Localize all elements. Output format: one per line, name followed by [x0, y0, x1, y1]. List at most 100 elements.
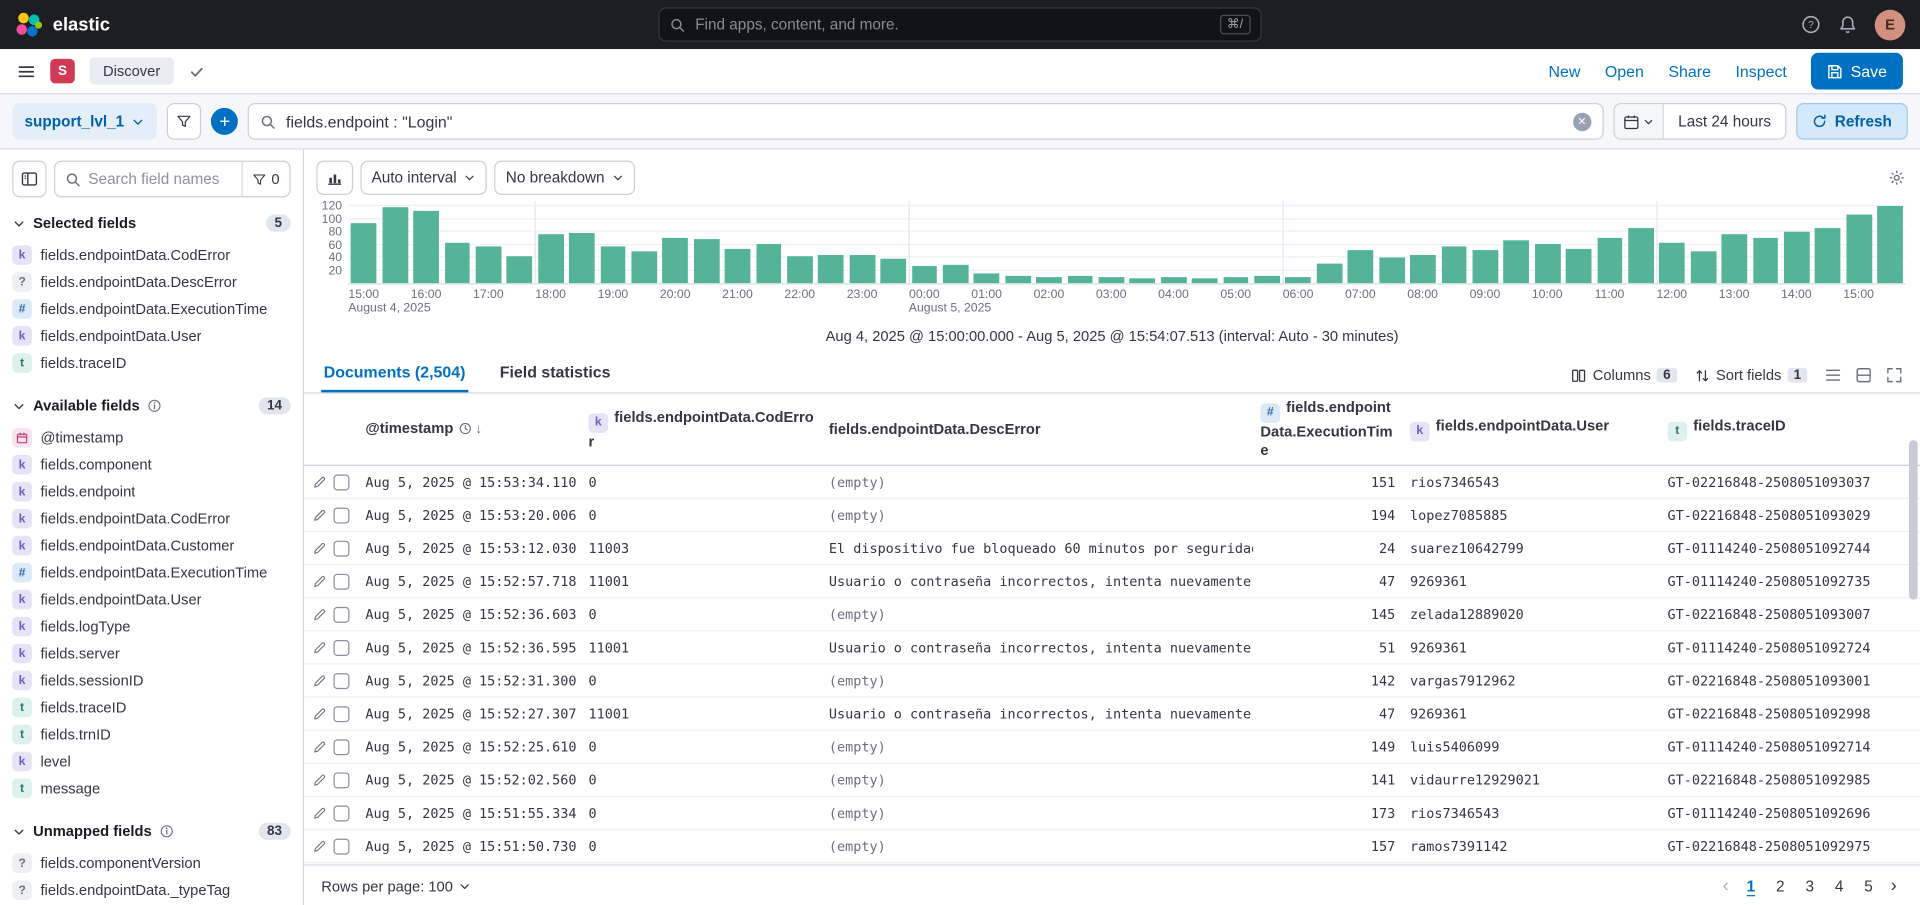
user-cell[interactable]: vidaurre12929021 — [1403, 772, 1660, 788]
field-item[interactable]: kfields.server — [12, 640, 290, 667]
expand-document-icon[interactable] — [313, 674, 326, 687]
histogram-bar[interactable] — [600, 247, 626, 284]
histogram-bar[interactable] — [1659, 242, 1685, 283]
traceid-cell[interactable]: GT-02216848-2508051093007 — [1660, 607, 1920, 623]
tab-documents[interactable]: Documents (2,504) — [321, 363, 468, 392]
histogram-bar[interactable] — [1379, 258, 1405, 283]
descerror-cell[interactable]: (empty) — [821, 507, 1253, 523]
executiontime-cell[interactable]: 142 — [1253, 673, 1403, 689]
executiontime-cell[interactable]: 149 — [1253, 739, 1403, 755]
histogram-bar[interactable] — [1597, 238, 1623, 283]
timestamp-cell[interactable]: Aug 5, 2025 @ 15:53:20.006 — [358, 507, 581, 523]
column-header-descerror[interactable]: fields.endpointData.DescError — [821, 415, 1253, 443]
coderror-cell[interactable]: 11001 — [581, 640, 821, 656]
histogram-bar[interactable] — [1753, 238, 1779, 283]
descerror-cell[interactable]: Usuario o contraseña incorrectos, intent… — [821, 640, 1253, 656]
page-4[interactable]: 4 — [1826, 871, 1853, 900]
columns-button[interactable]: Columns 6 — [1571, 367, 1677, 384]
field-item[interactable]: kfields.endpointData.User — [12, 586, 290, 613]
tab-field-statistics[interactable]: Field statistics — [497, 363, 613, 392]
page-3[interactable]: 3 — [1796, 871, 1823, 900]
descerror-cell[interactable]: Usuario o contraseña incorrectos, intent… — [821, 574, 1253, 590]
executiontime-cell[interactable]: 157 — [1253, 838, 1403, 854]
query-input[interactable]: fields.endpoint : "Login" ✕ — [248, 103, 1603, 140]
density-icon[interactable] — [1824, 367, 1841, 384]
traceid-cell[interactable]: GT-01114240-2508051092724 — [1660, 640, 1920, 656]
histogram-bar[interactable] — [631, 252, 657, 284]
traceid-cell[interactable]: GT-01114240-2508051092744 — [1660, 540, 1920, 556]
histogram-bar[interactable] — [1286, 277, 1312, 283]
open-button[interactable]: Open — [1605, 62, 1644, 80]
clear-query-icon[interactable]: ✕ — [1573, 112, 1591, 130]
page-2[interactable]: 2 — [1767, 871, 1794, 900]
space-badge[interactable]: S — [50, 59, 75, 84]
expand-document-icon[interactable] — [313, 608, 326, 621]
executiontime-cell[interactable]: 47 — [1253, 574, 1403, 590]
row-checkbox[interactable] — [333, 640, 349, 656]
row-checkbox[interactable] — [333, 673, 349, 689]
timestamp-cell[interactable]: Aug 5, 2025 @ 15:52:57.718 — [358, 574, 581, 590]
column-header-traceid[interactable]: tfields.traceID — [1660, 412, 1920, 447]
user-cell[interactable]: rios7346543 — [1403, 474, 1660, 490]
histogram-bar[interactable] — [1348, 250, 1374, 283]
histogram-bar[interactable] — [1877, 206, 1903, 283]
fullscreen-icon[interactable] — [1886, 367, 1903, 384]
row-checkbox[interactable] — [333, 739, 349, 755]
row-checkbox[interactable] — [333, 574, 349, 590]
field-filter-button[interactable]: 0 — [242, 162, 289, 196]
timestamp-cell[interactable]: Aug 5, 2025 @ 15:53:12.030 — [358, 540, 581, 556]
histogram-bar[interactable] — [1130, 278, 1156, 283]
date-picker-calendar-button[interactable] — [1614, 104, 1663, 138]
histogram-bar[interactable] — [1690, 252, 1716, 284]
expand-document-icon[interactable] — [313, 542, 326, 555]
histogram-bar[interactable] — [756, 244, 782, 283]
column-header-timestamp[interactable]: @timestamp↓ — [358, 415, 581, 444]
user-cell[interactable]: 9269361 — [1403, 640, 1660, 656]
column-header-executiontime[interactable]: #fields.endpointData.ExecutionTime — [1253, 394, 1403, 465]
user-cell[interactable]: luis5406099 — [1403, 739, 1660, 755]
row-height-icon[interactable] — [1855, 367, 1872, 384]
elastic-logo[interactable]: elastic — [15, 10, 110, 38]
field-item[interactable]: #fields.endpointData.ExecutionTime — [12, 559, 290, 586]
executiontime-cell[interactable]: 194 — [1253, 507, 1403, 523]
row-checkbox[interactable] — [333, 507, 349, 523]
executiontime-cell[interactable]: 141 — [1253, 772, 1403, 788]
filter-menu-button[interactable] — [167, 103, 201, 140]
histogram-bar[interactable] — [413, 211, 439, 284]
new-button[interactable]: New — [1548, 62, 1580, 80]
expand-document-icon[interactable] — [313, 740, 326, 753]
histogram-bar[interactable] — [1005, 276, 1031, 284]
field-item[interactable]: kfields.endpointData.CodError — [12, 505, 290, 532]
coderror-cell[interactable]: 0 — [581, 838, 821, 854]
field-search-input[interactable]: Search field names 0 — [54, 161, 291, 198]
time-range-button[interactable]: Last 24 hours — [1663, 104, 1785, 138]
notifications-icon[interactable] — [1838, 15, 1858, 35]
histogram-bar[interactable] — [1317, 263, 1343, 283]
user-cell[interactable]: ramos7391142 — [1403, 838, 1660, 854]
histogram-bar[interactable] — [849, 255, 875, 283]
histogram-bar[interactable] — [1067, 276, 1093, 284]
histogram-bar[interactable] — [1192, 278, 1218, 283]
descerror-cell[interactable]: (empty) — [821, 805, 1253, 821]
histogram-bar[interactable] — [1472, 250, 1498, 283]
descerror-cell[interactable]: (empty) — [821, 739, 1253, 755]
refresh-button[interactable]: Refresh — [1797, 103, 1908, 140]
user-cell[interactable]: 9269361 — [1403, 574, 1660, 590]
histogram-bar[interactable] — [787, 257, 813, 284]
field-item[interactable]: kfields.component — [12, 451, 290, 478]
expand-document-icon[interactable] — [313, 806, 326, 819]
histogram-bar[interactable] — [1036, 277, 1062, 283]
descerror-cell[interactable]: (empty) — [821, 607, 1253, 623]
descerror-cell[interactable]: (empty) — [821, 838, 1253, 854]
user-cell[interactable]: zelada12889020 — [1403, 607, 1660, 623]
descerror-cell[interactable]: (empty) — [821, 772, 1253, 788]
histogram-bar[interactable] — [1535, 244, 1561, 283]
field-item[interactable]: tfields.traceID — [12, 349, 290, 376]
histogram-bar[interactable] — [538, 234, 564, 283]
user-cell[interactable]: vargas7912962 — [1403, 673, 1660, 689]
row-checkbox[interactable] — [333, 474, 349, 490]
coderror-cell[interactable]: 11003 — [581, 540, 821, 556]
field-section-toggle[interactable]: Available fields14 — [12, 397, 290, 414]
row-checkbox[interactable] — [333, 540, 349, 556]
field-item[interactable]: kfields.logType — [12, 613, 290, 640]
